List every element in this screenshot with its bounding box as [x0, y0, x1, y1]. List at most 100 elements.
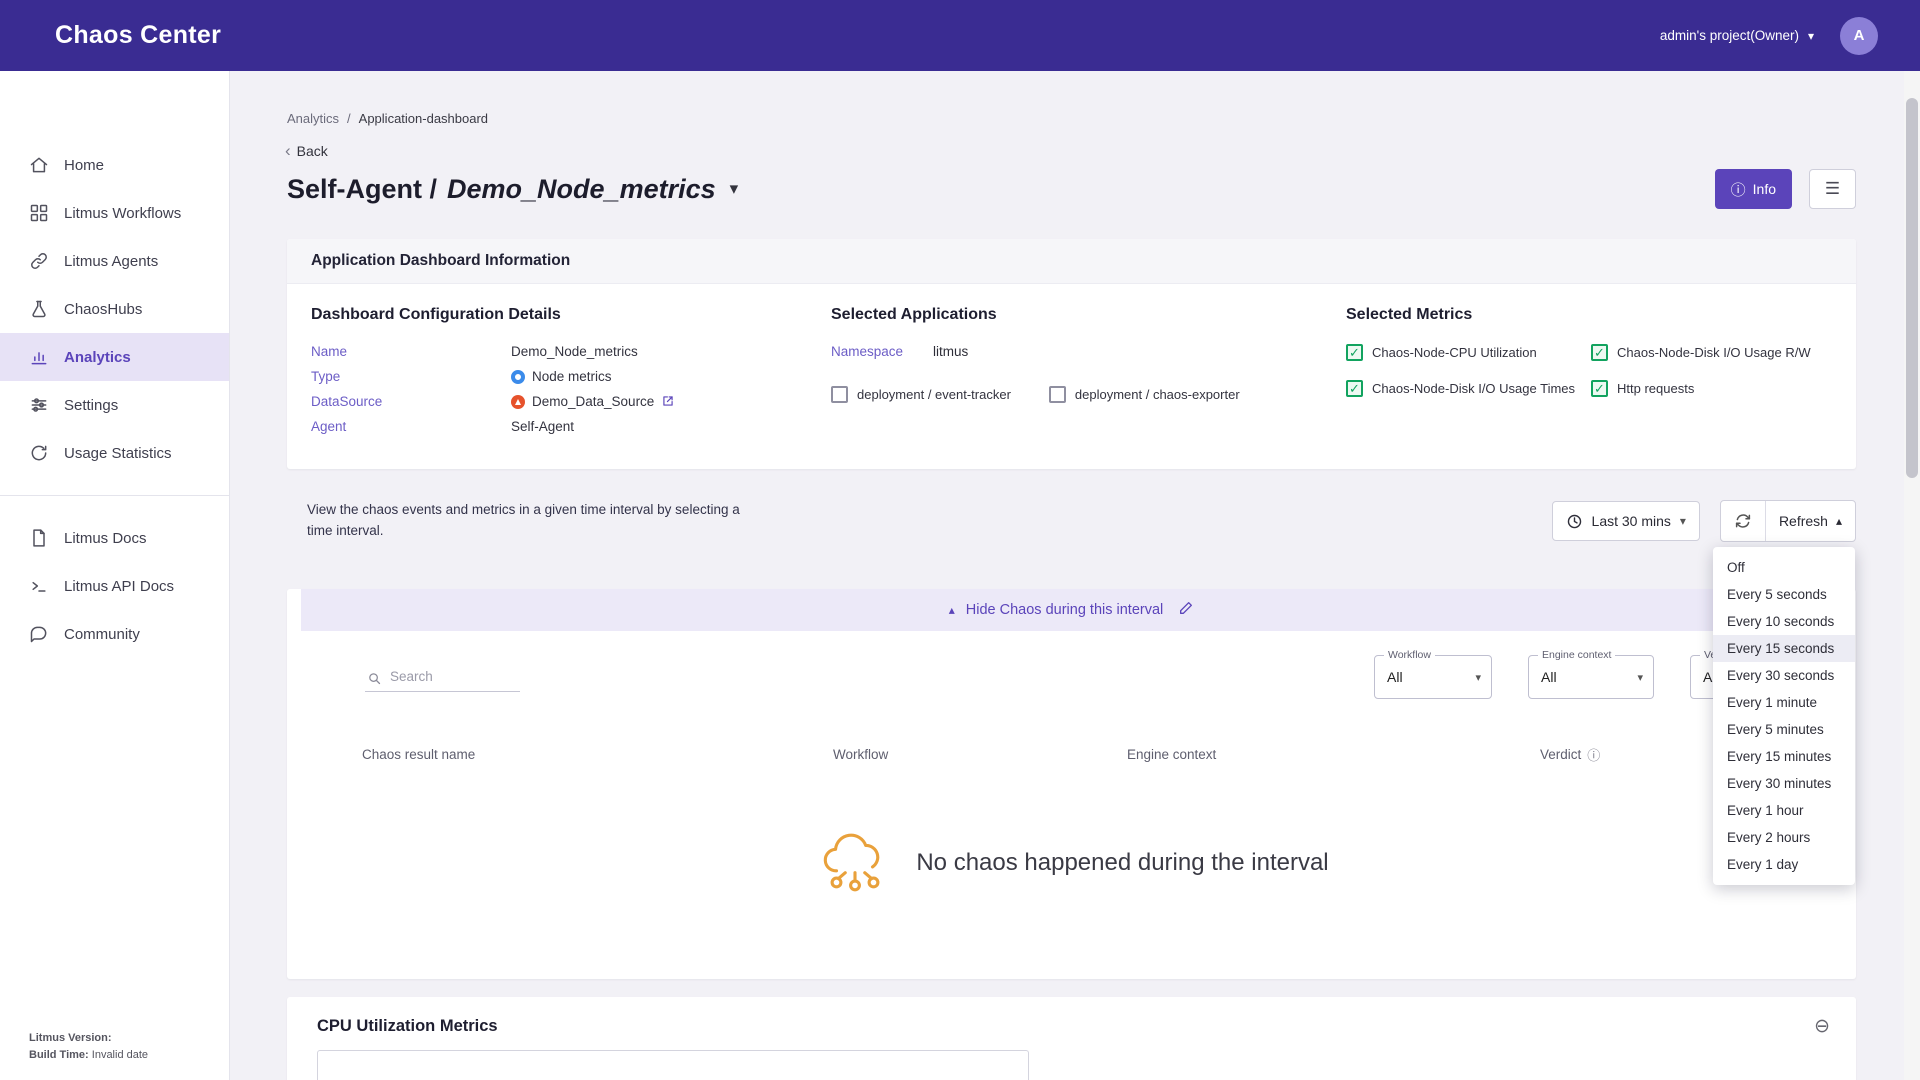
menu-item-every-5-minutes[interactable]: Every 5 minutes: [1713, 716, 1855, 743]
checkbox-checked-icon[interactable]: ✓: [1591, 344, 1608, 361]
menu-button[interactable]: ☰: [1809, 169, 1856, 209]
hide-chaos-toggle[interactable]: ▴ Hide Chaos during this interval: [301, 589, 1842, 631]
interval-actions: Last 30 mins ▾ Refresh ▴ Off Every 5 sec…: [1552, 500, 1856, 542]
config-value-name: Demo_Node_metrics: [511, 344, 831, 359]
prometheus-icon: [511, 395, 525, 409]
refresh-interval-menu: Off Every 5 seconds Every 10 seconds Eve…: [1713, 547, 1855, 885]
workflow-filter-label: Workflow: [1384, 649, 1435, 661]
terminal-icon: [29, 576, 49, 596]
application-option-label: deployment / event-tracker: [857, 387, 1011, 402]
config-details-title: Dashboard Configuration Details: [311, 306, 831, 324]
avatar[interactable]: A: [1840, 17, 1878, 55]
sidebar-item-litmus-docs[interactable]: Litmus Docs: [0, 514, 229, 562]
sidebar-item-litmus-api-docs[interactable]: Litmus API Docs: [0, 562, 229, 610]
sidebar-item-chaoshubs[interactable]: ChaosHubs: [0, 285, 229, 333]
selected-applications-column: Selected Applications Namespace litmus d…: [831, 306, 1346, 434]
engine-context-filter-label: Engine context: [1538, 649, 1615, 661]
chevron-up-icon: ▴: [1836, 515, 1842, 527]
menu-item-every-30-seconds[interactable]: Every 30 seconds: [1713, 662, 1855, 689]
settings-icon: [29, 395, 49, 415]
sidebar-divider: [0, 495, 229, 496]
dashboard-info-card: Application Dashboard Information Dashbo…: [287, 239, 1856, 469]
workflows-icon: [29, 203, 49, 223]
top-bar: Chaos Center admin's project(Owner) ▾ A: [0, 0, 1920, 71]
agent-name: Self-Agent /: [287, 174, 437, 205]
menu-item-every-5-seconds[interactable]: Every 5 seconds: [1713, 581, 1855, 608]
type-value-text: Node metrics: [532, 369, 612, 384]
menu-item-every-1-hour[interactable]: Every 1 hour: [1713, 797, 1855, 824]
metric-checkbox-disk-io-times[interactable]: ✓ Chaos-Node-Disk I/O Usage Times: [1346, 380, 1591, 397]
checkbox-unchecked-icon[interactable]: [831, 386, 848, 403]
empty-state: No chaos happened during the interval: [287, 826, 1856, 900]
topbar-right: admin's project(Owner) ▾ A: [1660, 17, 1878, 55]
refresh-control: Refresh ▴ Off Every 5 seconds Every 10 s…: [1720, 500, 1856, 542]
menu-item-every-30-minutes[interactable]: Every 30 minutes: [1713, 770, 1855, 797]
external-link-icon[interactable]: [661, 394, 675, 409]
menu-item-off[interactable]: Off: [1713, 554, 1855, 581]
sidebar-item-litmus-agents[interactable]: Litmus Agents: [0, 237, 229, 285]
refresh-interval-button[interactable]: Refresh ▴: [1765, 501, 1855, 541]
selected-applications-title: Selected Applications: [831, 306, 1346, 324]
sidebar-item-label: ChaosHubs: [64, 301, 142, 318]
collapse-section-icon[interactable]: ⊖: [1814, 1017, 1830, 1036]
sidebar-item-label: Usage Statistics: [64, 445, 172, 462]
checkbox-unchecked-icon[interactable]: [1049, 386, 1066, 403]
breadcrumb-analytics[interactable]: Analytics: [287, 111, 339, 126]
time-range-select[interactable]: Last 30 mins ▾: [1552, 501, 1700, 541]
verdict-info-icon[interactable]: ⓘ: [1587, 745, 1600, 764]
metric-checkbox-http-requests[interactable]: ✓ Http requests: [1591, 380, 1832, 397]
sidebar-item-label: Litmus Agents: [64, 253, 158, 270]
sidebar-item-label: Community: [64, 626, 140, 643]
workflow-filter-select[interactable]: Workflow All ▾: [1374, 655, 1492, 699]
cpu-chart-placeholder: [317, 1050, 1029, 1080]
chevron-down-icon: ▾: [1475, 671, 1481, 684]
menu-item-every-15-seconds[interactable]: Every 15 seconds: [1713, 635, 1855, 662]
dashboard-switcher-chevron-icon[interactable]: ▾: [730, 179, 739, 199]
verdict-column-label: Verdict: [1540, 747, 1581, 762]
column-workflow: Workflow: [833, 745, 1127, 764]
menu-item-every-15-minutes[interactable]: Every 15 minutes: [1713, 743, 1855, 770]
menu-item-every-10-seconds[interactable]: Every 10 seconds: [1713, 608, 1855, 635]
checkbox-checked-icon[interactable]: ✓: [1346, 344, 1363, 361]
analytics-icon: [29, 347, 49, 367]
engine-context-filter-select[interactable]: Engine context All ▾: [1528, 655, 1654, 699]
sidebar-item-litmus-workflows[interactable]: Litmus Workflows: [0, 189, 229, 237]
cpu-metrics-header: CPU Utilization Metrics ⊖: [287, 997, 1856, 1036]
back-button[interactable]: ‹ Back: [285, 141, 1856, 161]
search-input[interactable]: [365, 662, 520, 692]
application-checkbox-chaos-exporter[interactable]: deployment / chaos-exporter: [1049, 386, 1240, 403]
sidebar-item-label: Litmus API Docs: [64, 578, 174, 595]
scrollbar-thumb[interactable]: [1906, 98, 1918, 478]
edit-icon[interactable]: [1174, 600, 1194, 620]
metrics-options: ✓ Chaos-Node-CPU Utilization ✓ Chaos-Nod…: [1346, 344, 1832, 397]
refresh-now-button[interactable]: [1721, 501, 1765, 541]
metric-checkbox-cpu-utilization[interactable]: ✓ Chaos-Node-CPU Utilization: [1346, 344, 1591, 361]
application-checkbox-event-tracker[interactable]: deployment / event-tracker: [831, 386, 1011, 403]
menu-item-every-1-day[interactable]: Every 1 day: [1713, 851, 1855, 878]
scrollbar-track[interactable]: [1904, 71, 1920, 1080]
info-button[interactable]: ⓘ Info: [1715, 169, 1792, 209]
home-icon: [29, 155, 49, 175]
checkbox-checked-icon[interactable]: ✓: [1346, 380, 1363, 397]
application-option-label: deployment / chaos-exporter: [1075, 387, 1240, 402]
chaos-center-app: Chaos Center admin's project(Owner) ▾ A …: [0, 0, 1920, 1080]
project-selector[interactable]: admin's project(Owner) ▾: [1660, 28, 1814, 43]
cpu-metrics-title: CPU Utilization Metrics: [317, 1017, 498, 1036]
config-value-type: Node metrics: [511, 369, 831, 384]
sidebar-item-home[interactable]: Home: [0, 141, 229, 189]
metric-option-label: Chaos-Node-Disk I/O Usage Times: [1372, 381, 1575, 396]
sidebar-item-analytics[interactable]: Analytics: [0, 333, 229, 381]
menu-item-every-1-minute[interactable]: Every 1 minute: [1713, 689, 1855, 716]
cpu-metrics-card: CPU Utilization Metrics ⊖: [287, 997, 1856, 1080]
back-label: Back: [297, 143, 328, 159]
sidebar-item-usage-statistics[interactable]: Usage Statistics: [0, 429, 229, 477]
checkbox-checked-icon[interactable]: ✓: [1591, 380, 1608, 397]
menu-item-every-2-hours[interactable]: Every 2 hours: [1713, 824, 1855, 851]
sidebar-item-community[interactable]: Community: [0, 610, 229, 658]
litmus-version-label: Litmus Version:: [29, 1032, 112, 1044]
sidebar: Home Litmus Workflows Litmus Agents Chao…: [0, 71, 230, 1080]
chaoshub-icon: [29, 299, 49, 319]
breadcrumb: Analytics / Application-dashboard: [287, 111, 1856, 126]
metric-checkbox-disk-io-rw[interactable]: ✓ Chaos-Node-Disk I/O Usage R/W: [1591, 344, 1832, 361]
sidebar-item-settings[interactable]: Settings: [0, 381, 229, 429]
